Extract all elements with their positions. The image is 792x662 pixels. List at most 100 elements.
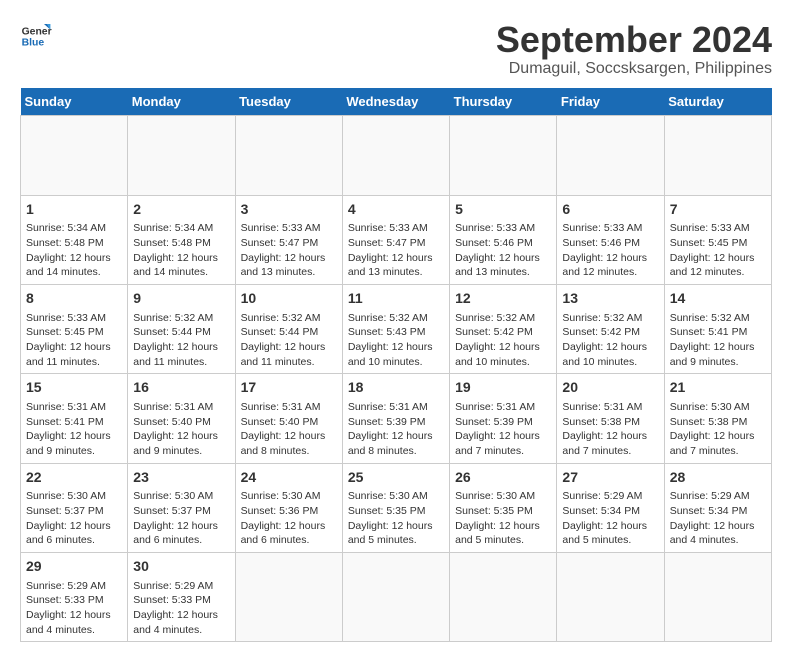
calendar-cell: 27Sunrise: 5:29 AMSunset: 5:34 PMDayligh…	[557, 463, 664, 552]
calendar-cell: 19Sunrise: 5:31 AMSunset: 5:39 PMDayligh…	[450, 374, 557, 463]
calendar-cell	[235, 552, 342, 641]
day-number: 11	[348, 289, 444, 309]
day-info: Sunrise: 5:32 AMSunset: 5:44 PMDaylight:…	[241, 311, 337, 370]
page-title: September 2024	[496, 20, 772, 60]
calendar-cell: 8Sunrise: 5:33 AMSunset: 5:45 PMDaylight…	[21, 284, 128, 373]
day-info: Sunrise: 5:33 AMSunset: 5:47 PMDaylight:…	[348, 221, 444, 280]
calendar-cell	[664, 552, 771, 641]
calendar-cell: 3Sunrise: 5:33 AMSunset: 5:47 PMDaylight…	[235, 195, 342, 284]
week-row-0	[21, 115, 772, 195]
calendar-cell: 2Sunrise: 5:34 AMSunset: 5:48 PMDaylight…	[128, 195, 235, 284]
day-number: 27	[562, 468, 658, 488]
calendar-cell	[128, 115, 235, 195]
day-info: Sunrise: 5:34 AMSunset: 5:48 PMDaylight:…	[26, 221, 122, 280]
calendar-cell: 13Sunrise: 5:32 AMSunset: 5:42 PMDayligh…	[557, 284, 664, 373]
header: General Blue September 2024 Dumaguil, So…	[20, 20, 772, 78]
day-number: 9	[133, 289, 229, 309]
day-number: 15	[26, 378, 122, 398]
day-info: Sunrise: 5:30 AMSunset: 5:35 PMDaylight:…	[348, 489, 444, 548]
day-info: Sunrise: 5:31 AMSunset: 5:39 PMDaylight:…	[348, 400, 444, 459]
day-number: 4	[348, 200, 444, 220]
calendar-cell: 23Sunrise: 5:30 AMSunset: 5:37 PMDayligh…	[128, 463, 235, 552]
day-number: 13	[562, 289, 658, 309]
calendar-body: 1Sunrise: 5:34 AMSunset: 5:48 PMDaylight…	[21, 115, 772, 642]
calendar-cell: 6Sunrise: 5:33 AMSunset: 5:46 PMDaylight…	[557, 195, 664, 284]
day-number: 8	[26, 289, 122, 309]
day-info: Sunrise: 5:31 AMSunset: 5:38 PMDaylight:…	[562, 400, 658, 459]
day-number: 19	[455, 378, 551, 398]
day-info: Sunrise: 5:30 AMSunset: 5:37 PMDaylight:…	[133, 489, 229, 548]
day-info: Sunrise: 5:34 AMSunset: 5:48 PMDaylight:…	[133, 221, 229, 280]
day-info: Sunrise: 5:33 AMSunset: 5:47 PMDaylight:…	[241, 221, 337, 280]
calendar-header-row: SundayMondayTuesdayWednesdayThursdayFrid…	[21, 88, 772, 116]
day-number: 20	[562, 378, 658, 398]
day-number: 7	[670, 200, 766, 220]
calendar-cell	[557, 552, 664, 641]
calendar-cell: 20Sunrise: 5:31 AMSunset: 5:38 PMDayligh…	[557, 374, 664, 463]
day-info: Sunrise: 5:30 AMSunset: 5:35 PMDaylight:…	[455, 489, 551, 548]
calendar-table: SundayMondayTuesdayWednesdayThursdayFrid…	[20, 88, 772, 643]
title-area: September 2024 Dumaguil, Soccsksargen, P…	[496, 20, 772, 78]
logo-icon: General Blue	[20, 20, 52, 52]
day-number: 5	[455, 200, 551, 220]
day-info: Sunrise: 5:30 AMSunset: 5:37 PMDaylight:…	[26, 489, 122, 548]
day-info: Sunrise: 5:33 AMSunset: 5:45 PMDaylight:…	[26, 311, 122, 370]
day-number: 3	[241, 200, 337, 220]
day-info: Sunrise: 5:30 AMSunset: 5:38 PMDaylight:…	[670, 400, 766, 459]
svg-text:General: General	[22, 26, 52, 37]
day-info: Sunrise: 5:32 AMSunset: 5:42 PMDaylight:…	[455, 311, 551, 370]
calendar-cell: 9Sunrise: 5:32 AMSunset: 5:44 PMDaylight…	[128, 284, 235, 373]
calendar-cell: 30Sunrise: 5:29 AMSunset: 5:33 PMDayligh…	[128, 552, 235, 641]
calendar-cell: 4Sunrise: 5:33 AMSunset: 5:47 PMDaylight…	[342, 195, 449, 284]
logo: General Blue	[20, 20, 52, 52]
calendar-cell: 1Sunrise: 5:34 AMSunset: 5:48 PMDaylight…	[21, 195, 128, 284]
week-row-3: 15Sunrise: 5:31 AMSunset: 5:41 PMDayligh…	[21, 374, 772, 463]
header-day-tuesday: Tuesday	[235, 88, 342, 116]
day-number: 14	[670, 289, 766, 309]
calendar-cell: 21Sunrise: 5:30 AMSunset: 5:38 PMDayligh…	[664, 374, 771, 463]
day-number: 25	[348, 468, 444, 488]
header-day-saturday: Saturday	[664, 88, 771, 116]
calendar-cell: 10Sunrise: 5:32 AMSunset: 5:44 PMDayligh…	[235, 284, 342, 373]
calendar-cell: 28Sunrise: 5:29 AMSunset: 5:34 PMDayligh…	[664, 463, 771, 552]
calendar-cell: 5Sunrise: 5:33 AMSunset: 5:46 PMDaylight…	[450, 195, 557, 284]
calendar-cell	[664, 115, 771, 195]
calendar-cell: 18Sunrise: 5:31 AMSunset: 5:39 PMDayligh…	[342, 374, 449, 463]
day-info: Sunrise: 5:30 AMSunset: 5:36 PMDaylight:…	[241, 489, 337, 548]
day-number: 18	[348, 378, 444, 398]
day-info: Sunrise: 5:32 AMSunset: 5:43 PMDaylight:…	[348, 311, 444, 370]
calendar-cell	[450, 115, 557, 195]
calendar-cell	[235, 115, 342, 195]
day-info: Sunrise: 5:31 AMSunset: 5:40 PMDaylight:…	[241, 400, 337, 459]
calendar-cell	[450, 552, 557, 641]
calendar-cell: 26Sunrise: 5:30 AMSunset: 5:35 PMDayligh…	[450, 463, 557, 552]
day-info: Sunrise: 5:31 AMSunset: 5:41 PMDaylight:…	[26, 400, 122, 459]
svg-text:Blue: Blue	[22, 38, 45, 49]
day-number: 30	[133, 557, 229, 577]
day-number: 12	[455, 289, 551, 309]
calendar-cell: 15Sunrise: 5:31 AMSunset: 5:41 PMDayligh…	[21, 374, 128, 463]
calendar-cell: 11Sunrise: 5:32 AMSunset: 5:43 PMDayligh…	[342, 284, 449, 373]
header-day-sunday: Sunday	[21, 88, 128, 116]
calendar-cell: 22Sunrise: 5:30 AMSunset: 5:37 PMDayligh…	[21, 463, 128, 552]
day-number: 2	[133, 200, 229, 220]
day-info: Sunrise: 5:32 AMSunset: 5:42 PMDaylight:…	[562, 311, 658, 370]
calendar-cell: 29Sunrise: 5:29 AMSunset: 5:33 PMDayligh…	[21, 552, 128, 641]
page-subtitle: Dumaguil, Soccsksargen, Philippines	[496, 60, 772, 78]
calendar-cell: 14Sunrise: 5:32 AMSunset: 5:41 PMDayligh…	[664, 284, 771, 373]
calendar-cell: 16Sunrise: 5:31 AMSunset: 5:40 PMDayligh…	[128, 374, 235, 463]
day-number: 10	[241, 289, 337, 309]
day-number: 28	[670, 468, 766, 488]
week-row-4: 22Sunrise: 5:30 AMSunset: 5:37 PMDayligh…	[21, 463, 772, 552]
week-row-1: 1Sunrise: 5:34 AMSunset: 5:48 PMDaylight…	[21, 195, 772, 284]
day-number: 17	[241, 378, 337, 398]
day-info: Sunrise: 5:33 AMSunset: 5:45 PMDaylight:…	[670, 221, 766, 280]
day-number: 23	[133, 468, 229, 488]
day-number: 22	[26, 468, 122, 488]
day-info: Sunrise: 5:33 AMSunset: 5:46 PMDaylight:…	[455, 221, 551, 280]
calendar-cell	[342, 115, 449, 195]
week-row-2: 8Sunrise: 5:33 AMSunset: 5:45 PMDaylight…	[21, 284, 772, 373]
day-number: 1	[26, 200, 122, 220]
calendar-cell	[557, 115, 664, 195]
day-number: 26	[455, 468, 551, 488]
